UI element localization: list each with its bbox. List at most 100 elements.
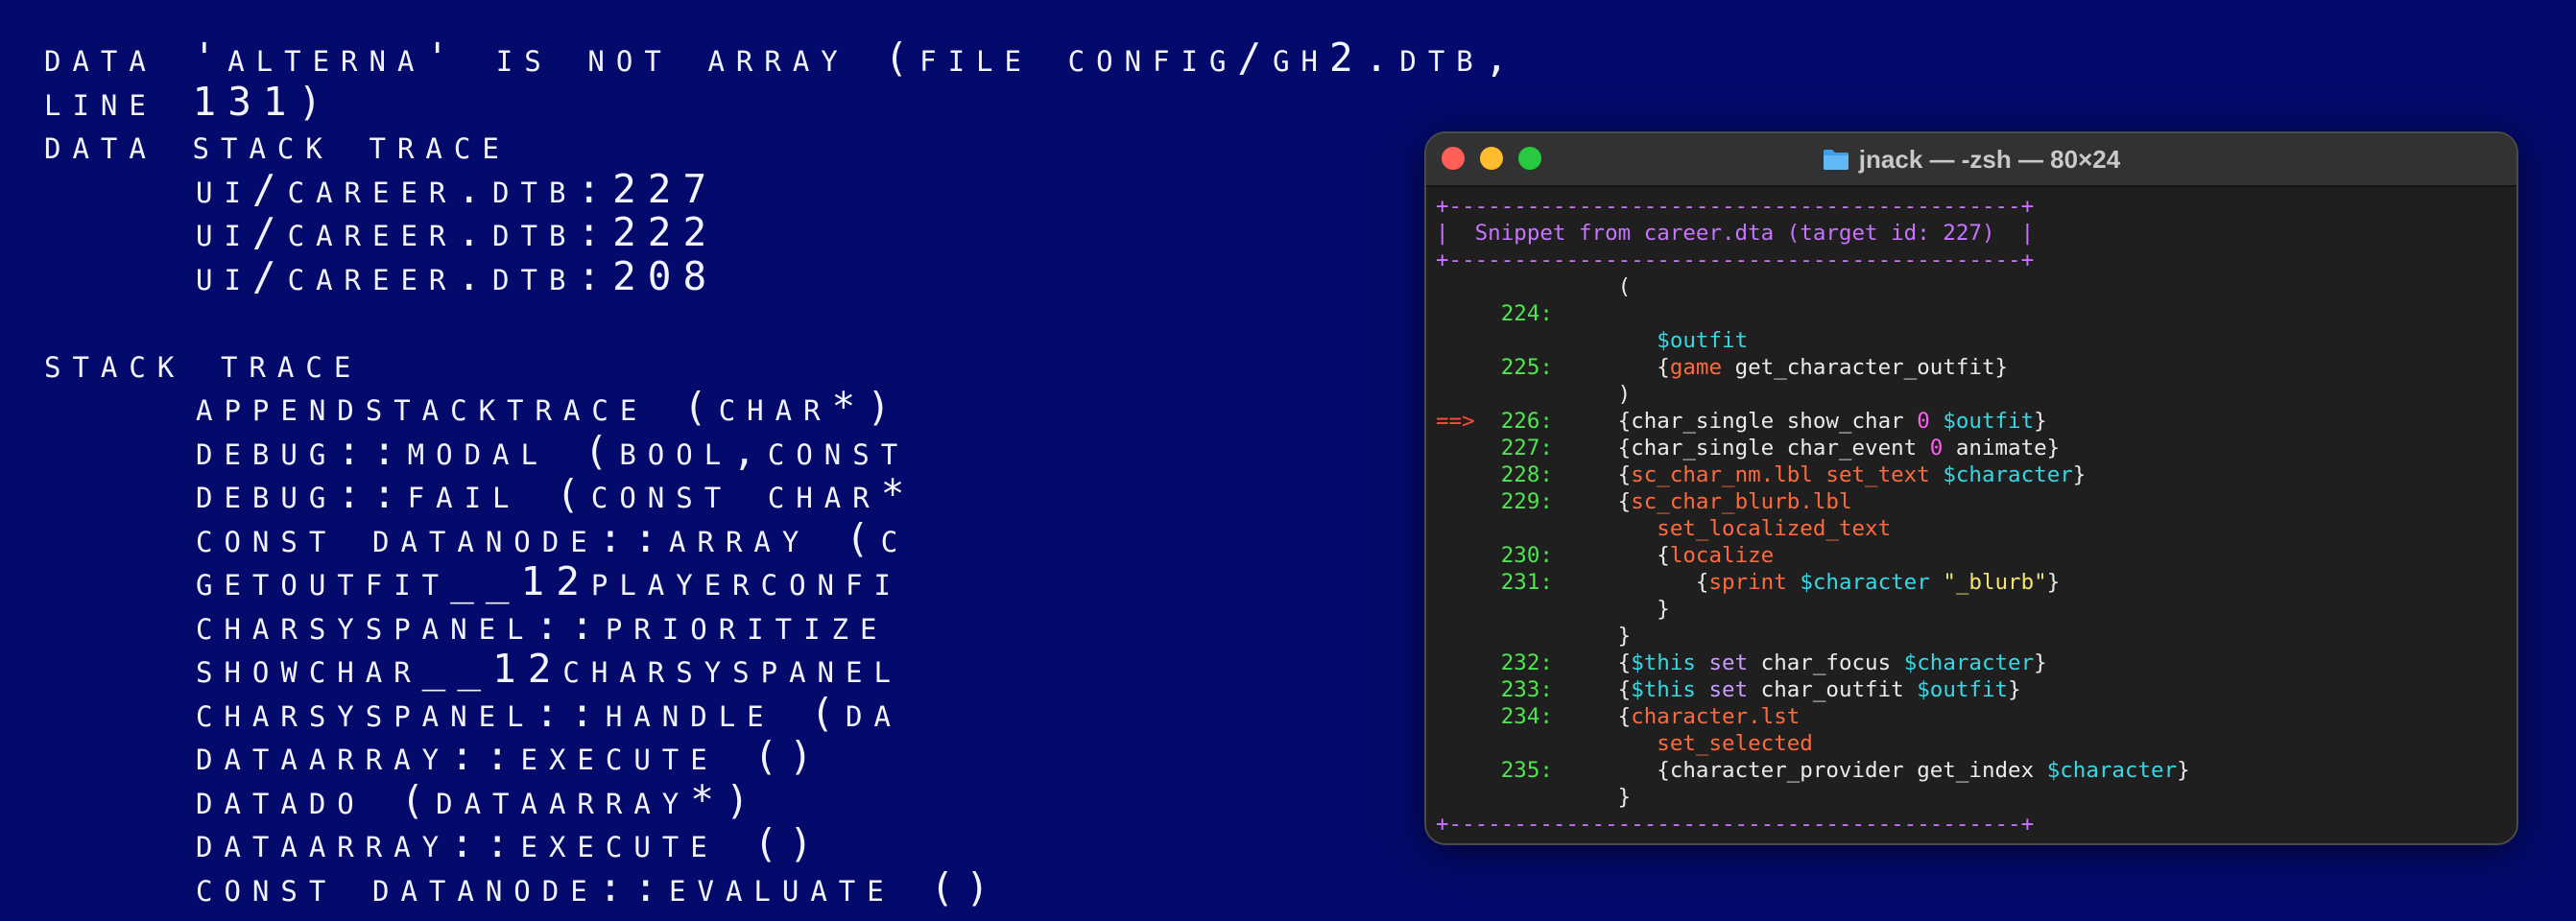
debug-line: Stack Trace [44,340,363,387]
terminal-token: } [2034,409,2047,434]
terminal-line: } [1436,784,2516,811]
terminal-token: sprint [1708,570,1787,595]
debug-crash-text: Data 'alterna' is not Array (file config… [44,35,1520,910]
terminal-line: +---------------------------------------… [1436,247,2516,273]
terminal-token: 226: [1488,409,1553,434]
terminal-token: {character_provider get_index [1552,758,2047,783]
terminal-token: 225: [1436,355,1553,380]
terminal-token: { [1552,355,1670,380]
terminal-token: set_localized_text [1657,516,1892,541]
terminal-token: $outfit [1943,409,2035,434]
terminal-token: sc_char_nm.lbl [1631,462,1813,487]
debug-line: line 131) [44,78,334,125]
terminal-token: { [1552,462,1632,487]
debug-line [44,298,1519,342]
terminal-token: { [1552,570,1709,595]
terminal-token: 231: [1436,570,1553,595]
terminal-token: "_blurb" [1943,570,2047,595]
terminal-token: set_text [1825,462,1930,487]
terminal-line: 231: {sprint $character "_blurb"} [1436,569,2516,596]
debug-line: Debug::Modal (bool,const [196,427,910,474]
terminal-token: | Snippet from career.dta (target id: 22… [1436,221,2035,246]
debug-line: ui/career.dtb:227 [196,165,719,212]
terminal-token: get_character_outfit} [1722,355,2009,380]
debug-line: const DataNode::Array (c [196,514,910,561]
debug-line: Data 'alterna' is not Array (file config… [44,35,1520,81]
terminal-window[interactable]: jnack — -zsh — 80×24 +------------------… [1424,131,2518,845]
debug-line: Debug::Fail (const char* [196,471,917,517]
terminal-token: sc_char_blurb.lbl [1631,489,1852,514]
terminal-token: 228: [1436,462,1553,487]
terminal-token: set [1708,650,1749,675]
terminal-token: 227: [1436,436,1553,460]
terminal-token: 235: [1436,758,1553,783]
terminal-token: { [1552,543,1670,568]
terminal-token: ==> [1436,409,1489,434]
terminal-line: 227: {char_single char_event 0 animate} [1436,435,2516,461]
terminal-token: { [1552,704,1632,729]
terminal-token: $character [1943,462,2073,487]
debug-line: DataArray::Execute () [196,733,824,779]
debug-line: GetOutfit__12PlayerConfi [196,558,902,604]
terminal-line: 225: {game get_character_outfit} [1436,354,2516,381]
terminal-token: } [2177,758,2190,783]
terminal-token: $character [2046,758,2178,783]
terminal-token: localize [1669,543,1775,568]
terminal-token: $outfit [1657,328,1749,353]
terminal-titlebar[interactable]: jnack — -zsh — 80×24 [1426,133,2516,187]
terminal-token: 234: [1436,704,1553,729]
terminal-token: {char_single char_event [1552,436,1930,460]
terminal-token: $this [1631,677,1696,702]
terminal-token: } [2034,650,2047,675]
debug-line: Data Stack Trace [44,122,511,168]
terminal-token: 232: [1436,650,1553,675]
terminal-token: set_selected [1657,731,1813,756]
terminal-token: { [1552,677,1632,702]
terminal-token: 229: [1436,489,1553,514]
terminal-token: 233: [1436,677,1553,702]
terminal-token: {char_single show_char [1552,409,1918,434]
terminal-token: $character [1903,650,2035,675]
terminal-line: 235: {character_provider get_index $char… [1436,757,2516,784]
terminal-token: } [2072,462,2087,487]
terminal-line: $outfit [1436,327,2516,354]
folder-icon [1823,150,1849,170]
terminal-token: animate} [1943,436,2061,460]
terminal-token: } [2008,677,2021,702]
terminal-token: $this [1631,650,1696,675]
terminal-output[interactable]: +---------------------------------------… [1426,187,2516,843]
terminal-token: { [1552,650,1632,675]
terminal-token: 0 [1929,436,1944,460]
terminal-token: ( [1436,274,1632,299]
terminal-token: +---------------------------------------… [1436,812,2035,837]
terminal-line: 228: {sc_char_nm.lbl set_text $character… [1436,461,2516,488]
terminal-line: +---------------------------------------… [1436,811,2516,838]
terminal-token: +---------------------------------------… [1436,194,2035,219]
terminal-token: char_outfit [1748,677,1918,702]
debug-line: DataArray::Execute () [196,820,824,866]
terminal-line: set_localized_text [1436,515,2516,542]
terminal-line: 224: [1436,300,2516,327]
terminal-token: 230: [1436,543,1553,568]
debug-line: CharsysPanel::Prioritize [196,602,889,649]
window-title: jnack — -zsh — 80×24 [1426,133,2516,185]
debug-line: AppendStackTrace (char*) [196,384,902,430]
terminal-token: } [1436,624,1632,649]
terminal-line: | Snippet from career.dta (target id: 22… [1436,220,2516,247]
terminal-token: char_focus [1748,650,1904,675]
terminal-line: 232: {$this set char_focus $character} [1436,649,2516,676]
terminal-line: } [1436,596,2516,623]
debug-line: ShowChar__12CharsysPanel [196,646,902,692]
terminal-line: set_selected [1436,730,2516,757]
debug-line: const DataNode::Evaluate () [196,863,1001,910]
terminal-line: 233: {$this set char_outfit $outfit} [1436,676,2516,703]
